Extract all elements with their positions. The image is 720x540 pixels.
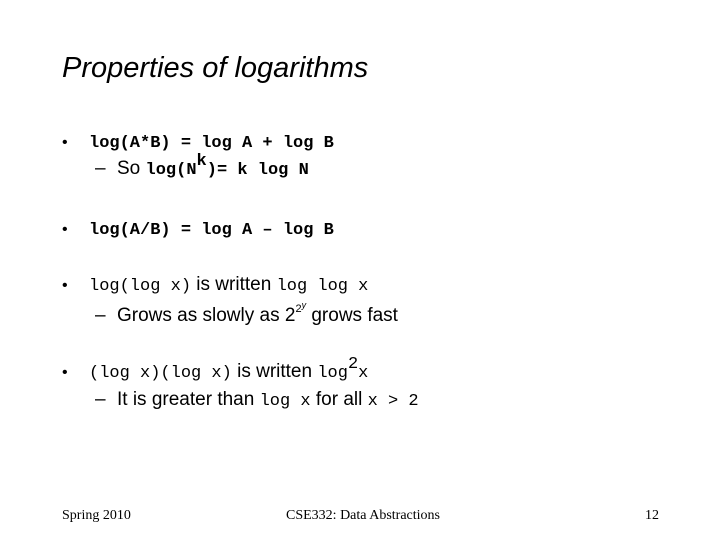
log-log-written-code: log log x [276,277,369,296]
quotient-rule-code: log(A/B) = log A – log B [89,221,334,240]
growth-exponent-base: 2 [295,302,302,315]
log-squared-code: (log x)(log x) [89,364,232,383]
log-log-text: is written [191,274,277,295]
footer-date: Spring 2010 [62,508,131,523]
power-rule-code-start: log(N [145,161,197,180]
sub-bullet-power-rule: – So log(Nk)= k log N [95,153,309,180]
growth-text-start: Grows as slowly as 2 [117,305,296,326]
comparison-text-start: It is greater than [117,389,260,410]
log-log-code: log(log x) [89,277,192,296]
footer-course: CSE332: Data Abstractions [286,508,440,523]
sub-bullet-comparison: – It is greater than log x for all x > 2 [95,389,419,411]
sub-bullet-growth: – Grows as slowly as 22y grows fast [95,299,398,327]
bullet-marker: • [62,364,68,381]
bullet-product-rule: • log(A*B) = log A + log B [62,131,334,153]
bullet-log-log: • log(log x) is written log log x [62,274,368,296]
log-squared-text: is written [231,361,318,382]
power-rule-code-end: )= k log N [206,161,309,180]
bullet-marker: • [62,221,68,238]
comparison-code-condition: x > 2 [367,392,419,411]
growth-exponent: 2y [295,299,307,315]
comparison-text-mid: for all [310,389,368,410]
growth-exponent-power: y [301,299,307,310]
dash-marker: – [95,389,106,410]
log-squared-exponent: 2 [347,354,359,374]
bullet-quotient-rule: • log(A/B) = log A – log B [62,218,334,240]
bullet-marker: • [62,277,68,294]
bullet-log-squared: • (log x)(log x) is written log2x [62,356,369,383]
product-rule-code: log(A*B) = log A + log B [89,134,334,153]
log-squared-var: x [358,364,369,383]
growth-text-end: grows fast [306,305,398,326]
footer-page-number: 12 [645,508,659,523]
dash-marker: – [95,305,106,326]
comparison-code-log: log x [259,392,311,411]
bullet-marker: • [62,134,68,151]
power-rule-exponent: k [196,151,207,171]
log-squared-base: log [317,364,348,383]
dash-marker: – [95,158,106,179]
slide-title: Properties of logarithms [62,52,369,84]
power-rule-prefix: So [117,158,146,179]
